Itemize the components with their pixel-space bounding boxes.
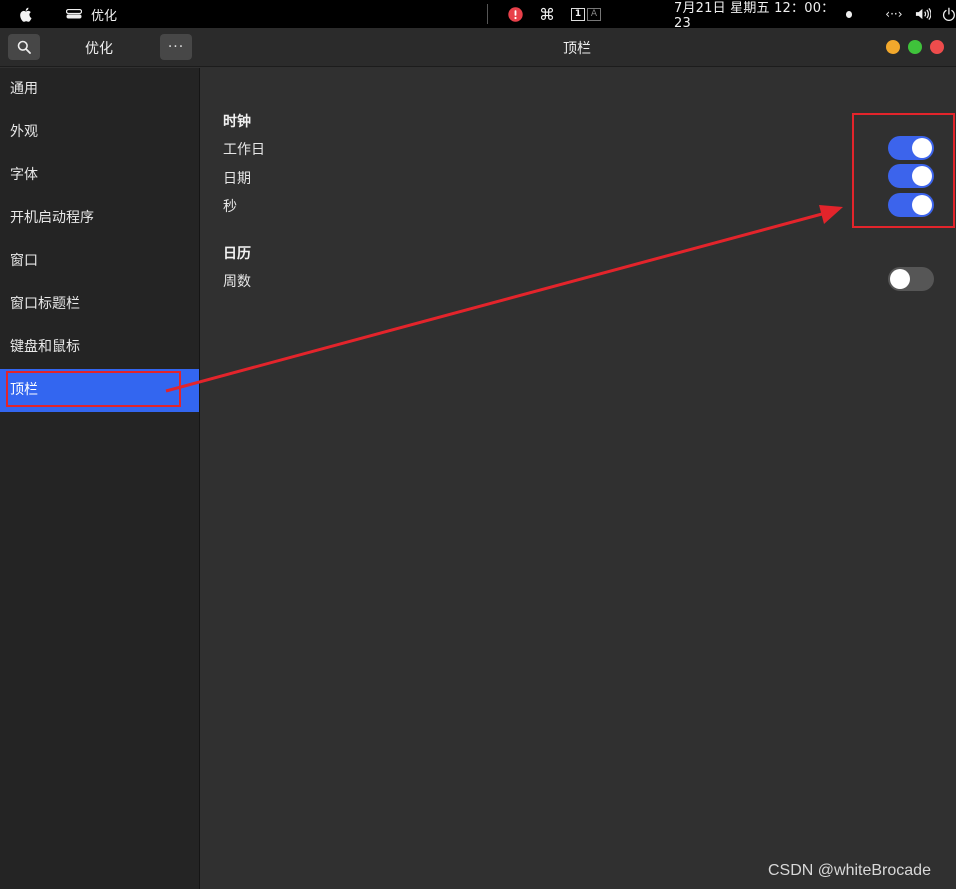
- volume-icon[interactable]: [915, 7, 932, 21]
- more-options-button[interactable]: ···: [160, 34, 192, 60]
- toggle-week-number[interactable]: [888, 267, 934, 291]
- settings-panel: 时钟 工作日 日期 秒 日历 周数: [201, 68, 956, 889]
- top-bar: 优化 ⌘ 1 A 7月21日 星期五 12：00：23 ‹··›: [0, 0, 956, 31]
- section-title-clock: 时钟: [223, 114, 251, 130]
- row-label-week-number: 周数: [223, 274, 251, 290]
- search-icon: [17, 40, 31, 54]
- network-icon[interactable]: ‹··›: [885, 7, 902, 21]
- workspace-indicator[interactable]: 1 A: [571, 7, 601, 21]
- annotation-box-sidebar: [6, 371, 181, 407]
- window-title: 顶栏: [563, 41, 591, 57]
- row-label-seconds: 秒: [223, 199, 237, 215]
- workspace-other: A: [587, 7, 601, 21]
- watermark: CSDN @whiteBrocade: [768, 862, 931, 879]
- notification-dot-icon: [845, 10, 853, 18]
- window-header: 优化 ··· 顶栏: [0, 28, 956, 67]
- cmd-icon[interactable]: ⌘: [539, 5, 555, 24]
- sidebar-item-keyboard-mouse[interactable]: 键盘和鼠标: [0, 326, 199, 369]
- toggle-knob: [890, 269, 910, 289]
- sidebar-title: 优化: [85, 41, 113, 57]
- datetime[interactable]: 7月21日 星期五 12：00：23: [674, 0, 838, 31]
- annotation-box-toggles: [852, 113, 955, 228]
- section-title-calendar: 日历: [223, 246, 251, 262]
- row-label-weekday: 工作日: [223, 142, 265, 158]
- sidebar-item-general[interactable]: 通用: [0, 68, 199, 111]
- screen: 优化 ⌘ 1 A 7月21日 星期五 12：00：23 ‹··› 优化 ··· …: [0, 0, 956, 889]
- sidebar: 通用 外观 字体 开机启动程序 窗口 窗口标题栏 键盘和鼠标 顶栏: [0, 68, 200, 889]
- workspace-active: 1: [571, 7, 585, 21]
- sidebar-item-appearance[interactable]: 外观: [0, 111, 199, 154]
- app-switch-icon[interactable]: [66, 9, 82, 19]
- app-menu-name[interactable]: 优化: [91, 5, 117, 24]
- close-button[interactable]: [930, 40, 944, 54]
- search-button[interactable]: [8, 34, 40, 60]
- power-icon[interactable]: [942, 7, 956, 22]
- row-label-date: 日期: [223, 171, 251, 187]
- topbar-divider: [487, 4, 488, 24]
- minimize-button[interactable]: [886, 40, 900, 54]
- sidebar-item-window-titlebar[interactable]: 窗口标题栏: [0, 283, 199, 326]
- apple-icon[interactable]: [17, 5, 35, 23]
- sidebar-item-fonts[interactable]: 字体: [0, 154, 199, 197]
- sidebar-item-windows[interactable]: 窗口: [0, 240, 199, 283]
- sidebar-item-startup-apps[interactable]: 开机启动程序: [0, 197, 199, 240]
- maximize-button[interactable]: [908, 40, 922, 54]
- alert-icon[interactable]: [508, 6, 523, 22]
